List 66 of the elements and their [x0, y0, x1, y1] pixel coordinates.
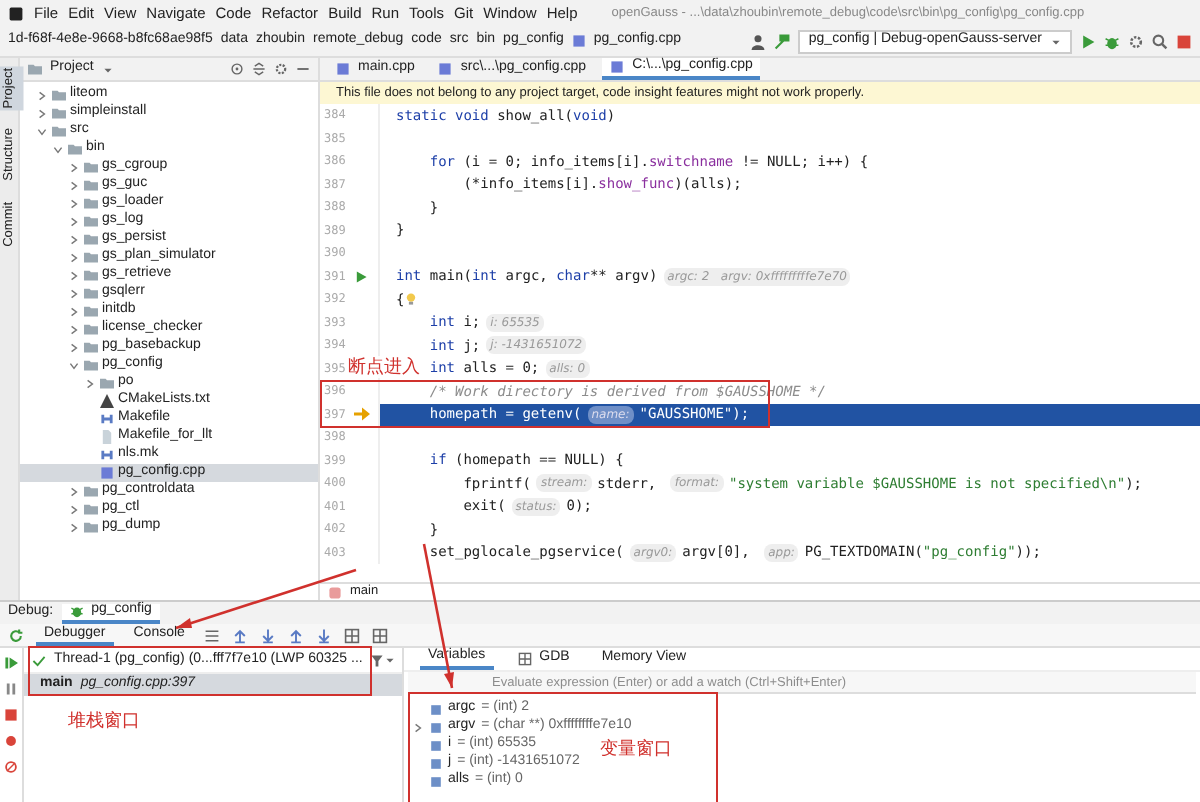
annotation-label: 断点进入	[348, 356, 420, 378]
function-icon	[328, 585, 342, 599]
pause-icon[interactable]	[4, 682, 18, 696]
chevron-right-icon[interactable]	[68, 233, 80, 245]
chevron-right-icon[interactable]	[68, 485, 80, 497]
chevron-right-icon[interactable]	[68, 521, 80, 533]
file-icon	[571, 34, 586, 48]
step-up-icon[interactable]	[232, 627, 249, 643]
chevron-right-icon[interactable]	[68, 287, 80, 299]
annotation-label: 堆栈窗口	[68, 708, 140, 734]
resume-icon[interactable]	[4, 656, 18, 670]
step-down-icon[interactable]	[260, 627, 277, 643]
caret-icon[interactable]	[384, 654, 397, 666]
caret-icon[interactable]	[101, 63, 114, 75]
user-icon[interactable]	[750, 33, 767, 49]
cmake-icon	[100, 394, 114, 408]
list-icon[interactable]	[204, 627, 221, 643]
debug-icon[interactable]	[1104, 33, 1120, 49]
text-file-icon	[100, 430, 114, 444]
chevron-down-icon[interactable]	[52, 143, 64, 155]
hammer-icon[interactable]	[774, 33, 791, 49]
debug-icon	[69, 604, 84, 618]
stop-icon[interactable]	[4, 708, 18, 722]
run-icon[interactable]	[354, 269, 368, 284]
chevron-right-icon[interactable]	[68, 215, 80, 227]
search-icon[interactable]	[1152, 33, 1168, 49]
chevron-right-icon[interactable]	[84, 377, 96, 389]
makefile-icon	[100, 448, 114, 462]
annotation-label: 变量窗口	[600, 736, 672, 762]
breakpoint-icon[interactable]	[4, 734, 18, 748]
cpp-file-icon	[100, 466, 114, 480]
filter-icon[interactable]	[370, 653, 385, 667]
table-icon[interactable]	[344, 627, 361, 643]
table-icon[interactable]	[372, 627, 389, 643]
cpp-file-icon	[438, 62, 453, 76]
chevron-right-icon[interactable]	[412, 721, 424, 733]
chevron-right-icon[interactable]	[68, 251, 80, 263]
collapse-icon[interactable]	[252, 62, 266, 76]
chevron-right-icon[interactable]	[36, 107, 48, 119]
stop-icon[interactable]	[1176, 33, 1192, 49]
makefile-icon	[100, 412, 114, 426]
run-icon[interactable]	[1080, 33, 1096, 49]
chevron-right-icon[interactable]	[68, 323, 80, 335]
chevron-down-icon[interactable]	[36, 125, 48, 137]
grid-icon	[517, 652, 532, 666]
chevron-right-icon[interactable]	[68, 161, 80, 173]
chevron-down-icon[interactable]	[68, 359, 80, 371]
cpp-file-icon	[610, 60, 625, 74]
app-icon	[8, 5, 24, 21]
chevron-right-icon[interactable]	[68, 503, 80, 515]
chevron-right-icon[interactable]	[68, 341, 80, 353]
chevron-right-icon[interactable]	[68, 305, 80, 317]
chevron-right-icon[interactable]	[68, 197, 80, 209]
chevron-right-icon[interactable]	[68, 269, 80, 281]
mute-breakpoints-icon[interactable]	[4, 760, 18, 774]
target-icon[interactable]	[230, 62, 244, 76]
step-down-icon[interactable]	[316, 627, 333, 643]
check-icon	[32, 653, 46, 667]
minimize-icon[interactable]	[296, 62, 310, 76]
cpp-file-icon	[336, 62, 350, 76]
caret-icon	[1050, 35, 1062, 47]
chevron-right-icon[interactable]	[68, 179, 80, 191]
step-up-icon[interactable]	[288, 627, 305, 643]
lightbulb-icon[interactable]	[404, 292, 419, 307]
chevron-right-icon[interactable]	[36, 89, 48, 101]
rerun-icon[interactable]	[8, 627, 24, 643]
